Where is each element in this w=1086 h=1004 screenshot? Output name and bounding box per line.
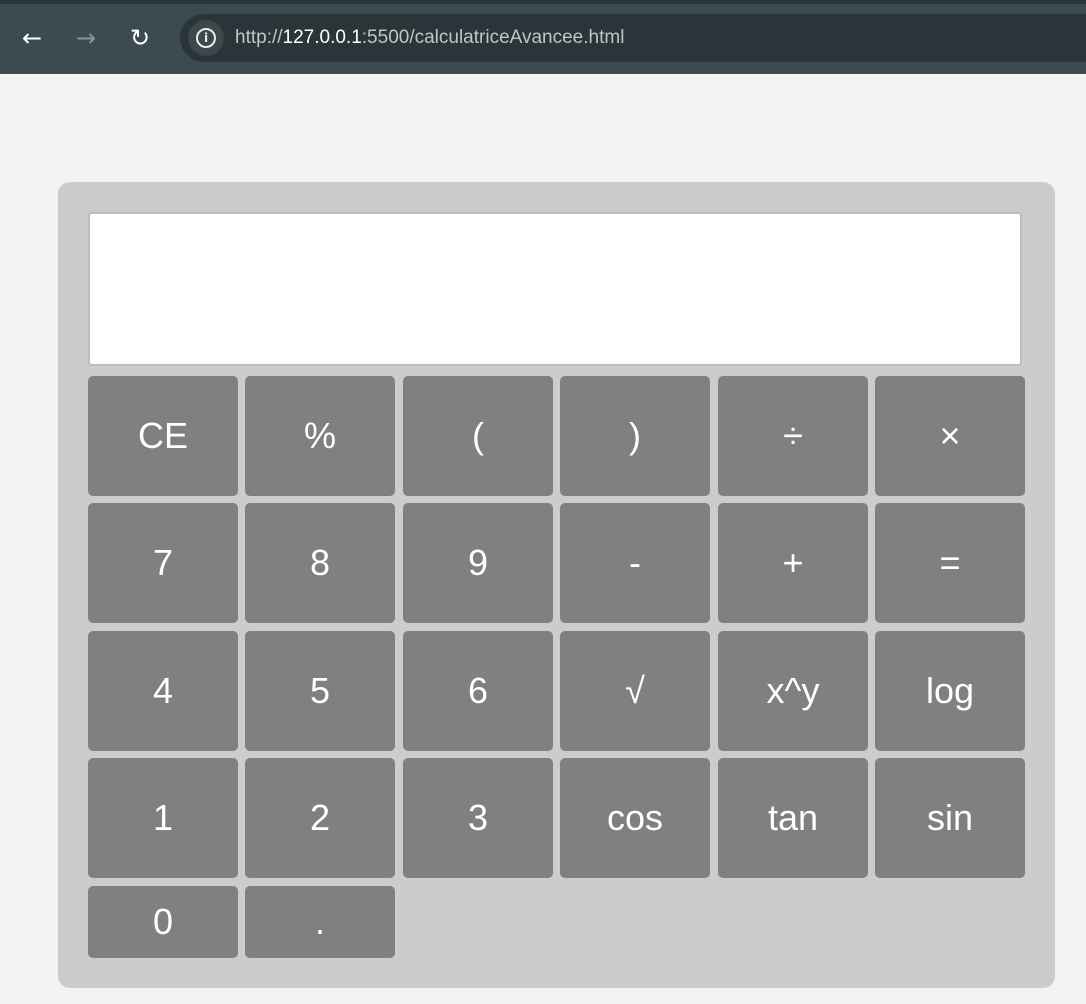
digit-7-button[interactable]: 7 (88, 503, 238, 623)
digit-9-button[interactable]: 9 (403, 503, 553, 623)
percent-button[interactable]: % (245, 376, 395, 496)
calculator-display[interactable] (88, 212, 1022, 366)
multiply-button[interactable]: × (875, 376, 1025, 496)
cos-button[interactable]: cos (560, 758, 710, 878)
back-arrow-icon[interactable]: ← (14, 20, 50, 56)
digit-5-button[interactable]: 5 (245, 631, 395, 751)
digit-8-button[interactable]: 8 (245, 503, 395, 623)
minus-button[interactable]: - (560, 503, 710, 623)
open-paren-button[interactable]: ( (403, 376, 553, 496)
divide-button[interactable]: ÷ (718, 376, 868, 496)
tab-strip-edge (0, 0, 1086, 4)
close-paren-button[interactable]: ) (560, 376, 710, 496)
url-path: :5500/calculatriceAvancee.html (361, 27, 625, 48)
browser-toolbar: ← → ↻ i http://127.0.0.1:5500/calculatri… (0, 0, 1086, 74)
plus-button[interactable]: + (718, 503, 868, 623)
address-bar[interactable]: i http://127.0.0.1:5500/calculatriceAvan… (180, 14, 1086, 62)
digit-3-button[interactable]: 3 (403, 758, 553, 878)
tan-button[interactable]: tan (718, 758, 868, 878)
digit-1-button[interactable]: 1 (88, 758, 238, 878)
log-button[interactable]: log (875, 631, 1025, 751)
decimal-point-button[interactable]: . (245, 886, 395, 958)
digit-2-button[interactable]: 2 (245, 758, 395, 878)
calculator: CE % ( ) ÷ × 7 8 9 - + = 4 5 6 √ x^y log… (58, 182, 1055, 988)
reload-icon[interactable]: ↻ (122, 20, 158, 56)
sin-button[interactable]: sin (875, 758, 1025, 878)
clear-entry-button[interactable]: CE (88, 376, 238, 496)
url-text[interactable]: http://127.0.0.1:5500/calculatriceAvance… (235, 27, 624, 49)
square-root-button[interactable]: √ (560, 631, 710, 751)
url-scheme: http:// (235, 27, 283, 48)
digit-6-button[interactable]: 6 (403, 631, 553, 751)
url-host: 127.0.0.1 (282, 27, 362, 48)
power-button[interactable]: x^y (718, 631, 868, 751)
equals-button[interactable]: = (875, 503, 1025, 623)
forward-arrow-icon[interactable]: → (68, 20, 104, 56)
digit-0-button[interactable]: 0 (88, 886, 238, 958)
digit-4-button[interactable]: 4 (88, 631, 238, 751)
site-info-icon[interactable]: i (188, 20, 224, 56)
